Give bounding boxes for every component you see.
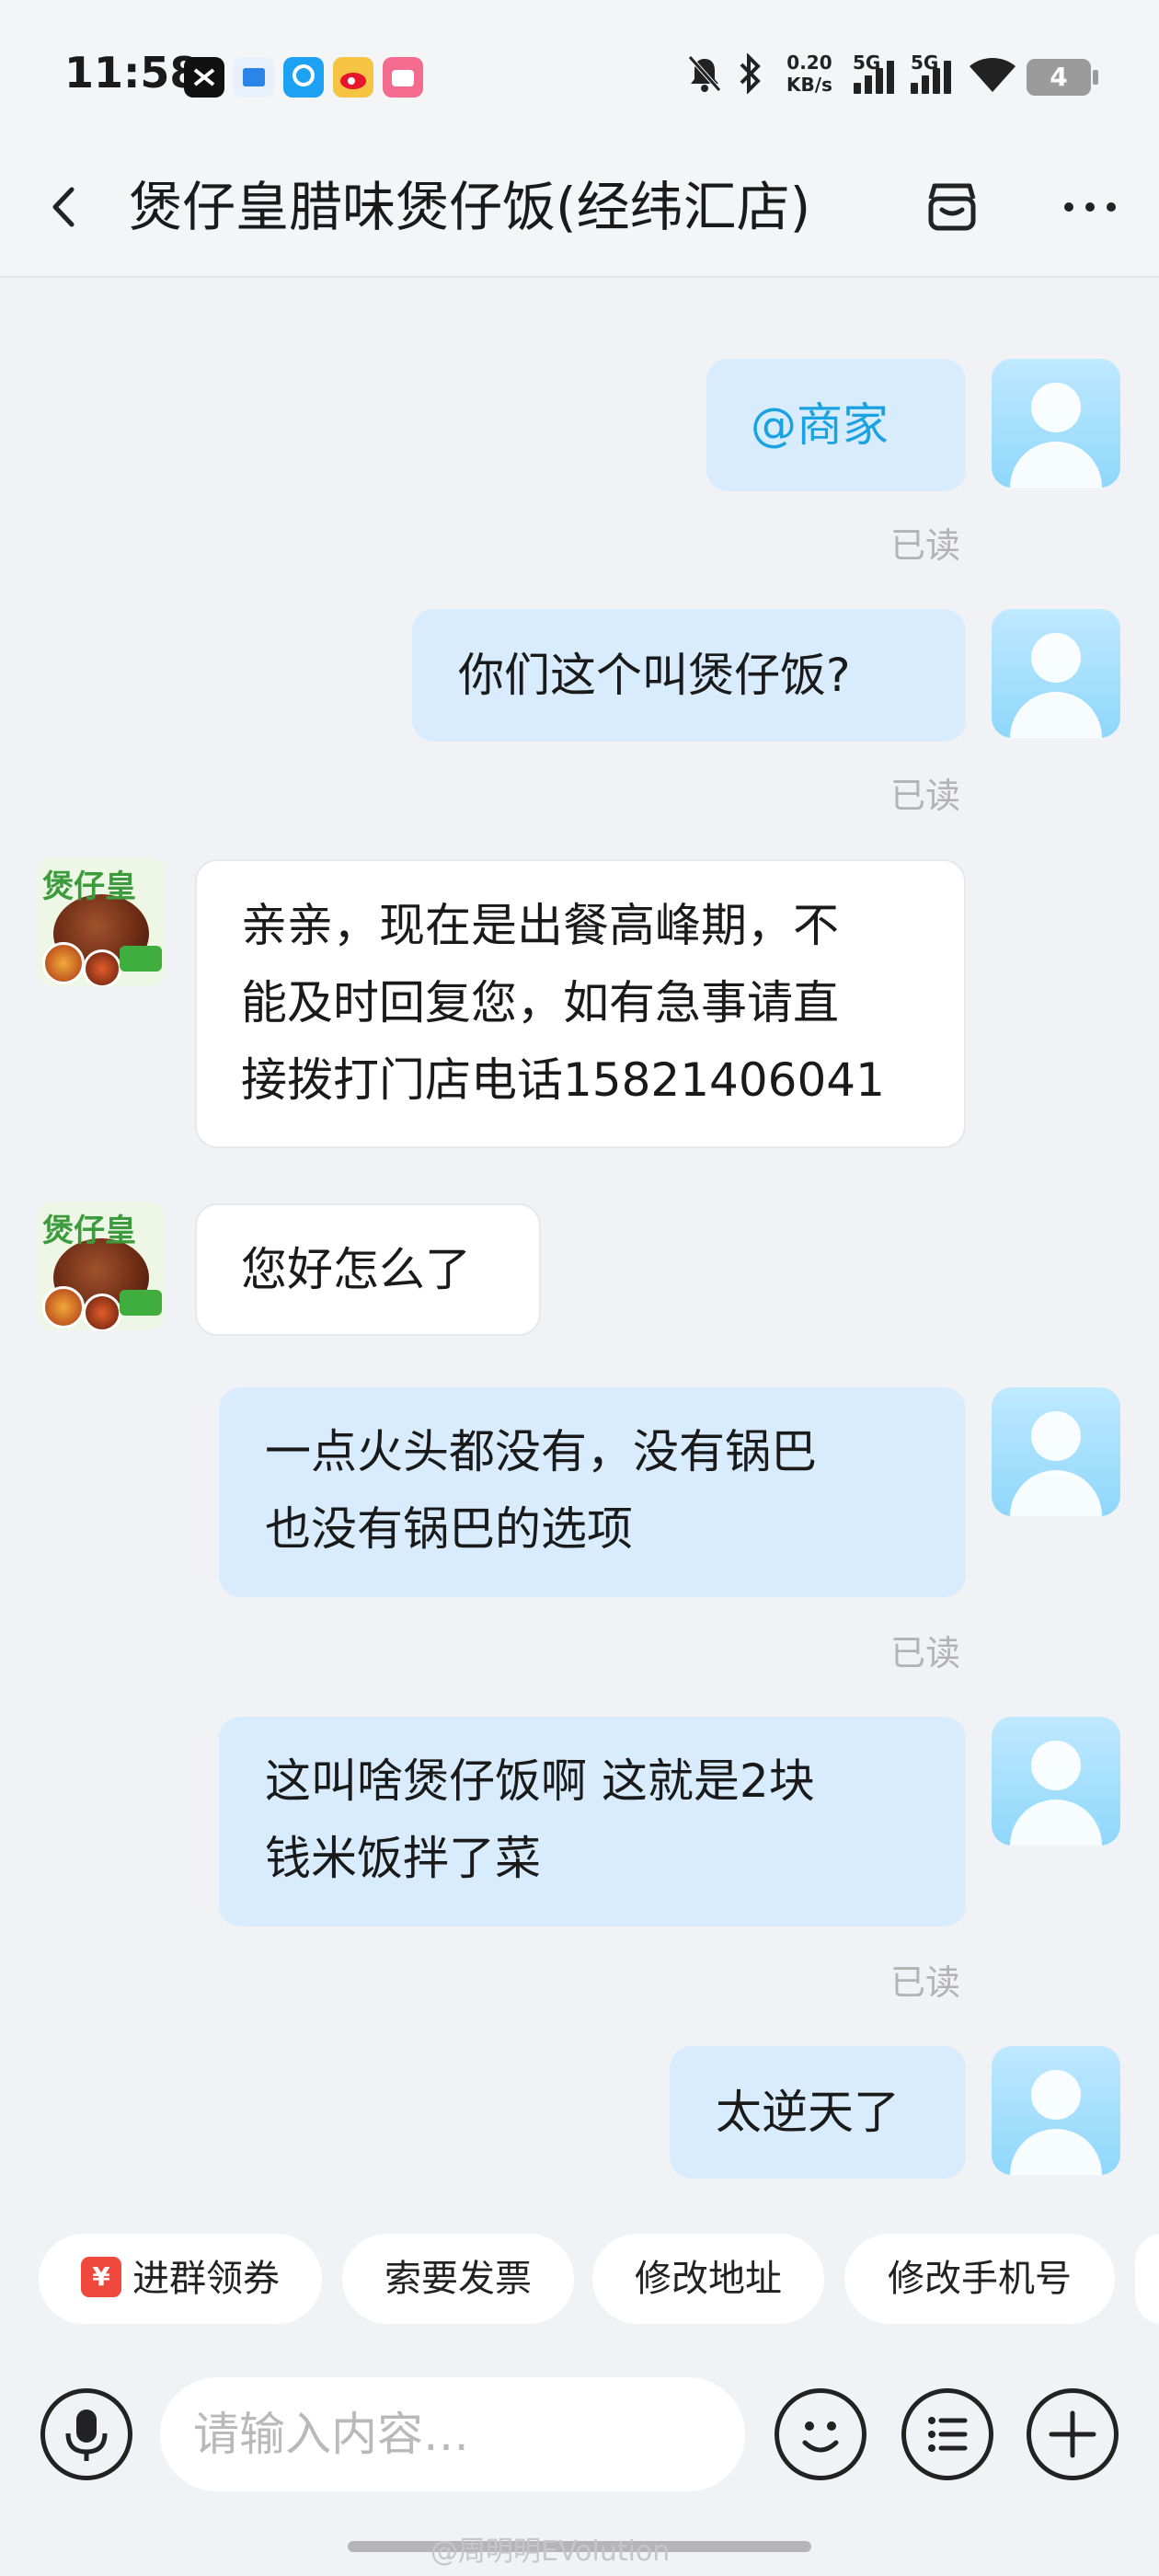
message-input[interactable] <box>160 2377 745 2491</box>
status-bar: 11:58 0.20 KB/s 5G 5G 4 <box>0 0 1159 138</box>
user-avatar[interactable] <box>992 1387 1120 1516</box>
list-icon <box>928 2417 968 2452</box>
net-speed-unit: KB/s <box>786 74 832 96</box>
net-speed-value: 0.20 <box>786 52 832 74</box>
voice-input-button[interactable] <box>40 2388 132 2480</box>
mute-bell-icon <box>686 53 723 103</box>
user-avatar[interactable] <box>992 1717 1120 1846</box>
battery-icon: 4 <box>1027 59 1091 96</box>
store-icon[interactable] <box>924 178 981 236</box>
message-bubble[interactable]: 你们这个叫煲仔饭? <box>412 609 966 742</box>
bluetooth-icon <box>734 52 765 103</box>
chip-label: 进群领券 <box>132 2258 280 2300</box>
add-attachment-button[interactable] <box>1027 2388 1119 2480</box>
back-icon[interactable] <box>46 175 79 239</box>
emoji-button[interactable] <box>775 2388 866 2480</box>
change-address-chip[interactable]: 修改地址 <box>592 2234 824 2324</box>
read-status: 已读 <box>890 1633 961 1673</box>
capcut-app-icon <box>184 57 224 98</box>
menu-list-button[interactable] <box>901 2388 993 2480</box>
user-avatar[interactable] <box>992 609 1120 738</box>
page-title: 煲仔皇腊味煲仔饭(经纬汇店) <box>129 176 811 238</box>
message-line: 接拨打门店电话15821406041 <box>241 1053 885 1107</box>
change-phone-chip[interactable]: 修改手机号 <box>844 2234 1115 2324</box>
shop-avatar-name: 煲仔皇 <box>42 868 136 905</box>
message-bubble[interactable]: 您好怎么了 <box>195 1203 541 1336</box>
microphone-icon <box>65 2409 108 2461</box>
weibo-app-icon <box>333 57 373 98</box>
clock: 11:58 <box>64 48 200 98</box>
user-avatar[interactable] <box>992 2046 1120 2175</box>
shop-avatar[interactable]: 煲仔皇 <box>37 1202 166 1330</box>
read-status: 已读 <box>890 525 961 566</box>
message-line: 一点火头都没有，没有锅巴 <box>265 1425 817 1478</box>
message-bubble[interactable]: 亲亲，现在是出餐高峰期，不 能及时回复您，如有急事请直 接拨打门店电话15821… <box>195 859 966 1148</box>
read-status: 已读 <box>890 776 961 816</box>
more-options-icon[interactable] <box>1058 184 1122 230</box>
message-bubble[interactable]: @商家 <box>706 359 966 491</box>
shopping-app-icon <box>383 57 423 98</box>
message-line: 这叫啥煲仔饭啊 这就是2块 <box>265 1754 815 1808</box>
more-chip[interactable] <box>1135 2234 1159 2324</box>
message-line: 也没有锅巴的选项 <box>265 1502 633 1556</box>
read-status: 已读 <box>890 1962 961 2003</box>
message-line: 能及时回复您，如有急事请直 <box>241 976 839 1029</box>
message-bubble[interactable]: 一点火头都没有，没有锅巴 也没有锅巴的选项 <box>219 1387 966 1597</box>
doc-app-icon <box>234 57 274 98</box>
coupon-icon: ¥ <box>81 2257 121 2297</box>
battery-tip <box>1093 70 1098 85</box>
user-avatar[interactable] <box>992 359 1120 488</box>
shop-avatar[interactable]: 煲仔皇 <box>37 857 166 986</box>
message-bubble[interactable]: 这叫啥煲仔饭啊 这就是2块 钱米饭拌了菜 <box>219 1717 966 1926</box>
signal-1-icon <box>854 57 898 94</box>
eleme-app-icon <box>283 57 324 98</box>
join-group-coupon-chip[interactable]: ¥ 进群领券 <box>39 2234 322 2324</box>
plus-icon <box>1049 2410 1096 2458</box>
message-line: 钱米饭拌了菜 <box>265 1832 541 1885</box>
smile-icon <box>802 2421 839 2453</box>
wifi-icon <box>968 55 1017 103</box>
request-invoice-chip[interactable]: 索要发票 <box>342 2234 574 2324</box>
watermark: @周明明EVolution <box>430 2536 671 2568</box>
signal-2-icon <box>911 57 955 94</box>
message-bubble[interactable]: 太逆天了 <box>670 2046 966 2179</box>
shop-avatar-name: 煲仔皇 <box>42 1213 136 1249</box>
message-line: 亲亲，现在是出餐高峰期，不 <box>241 899 839 952</box>
network-speed: 0.20 KB/s <box>786 52 832 96</box>
